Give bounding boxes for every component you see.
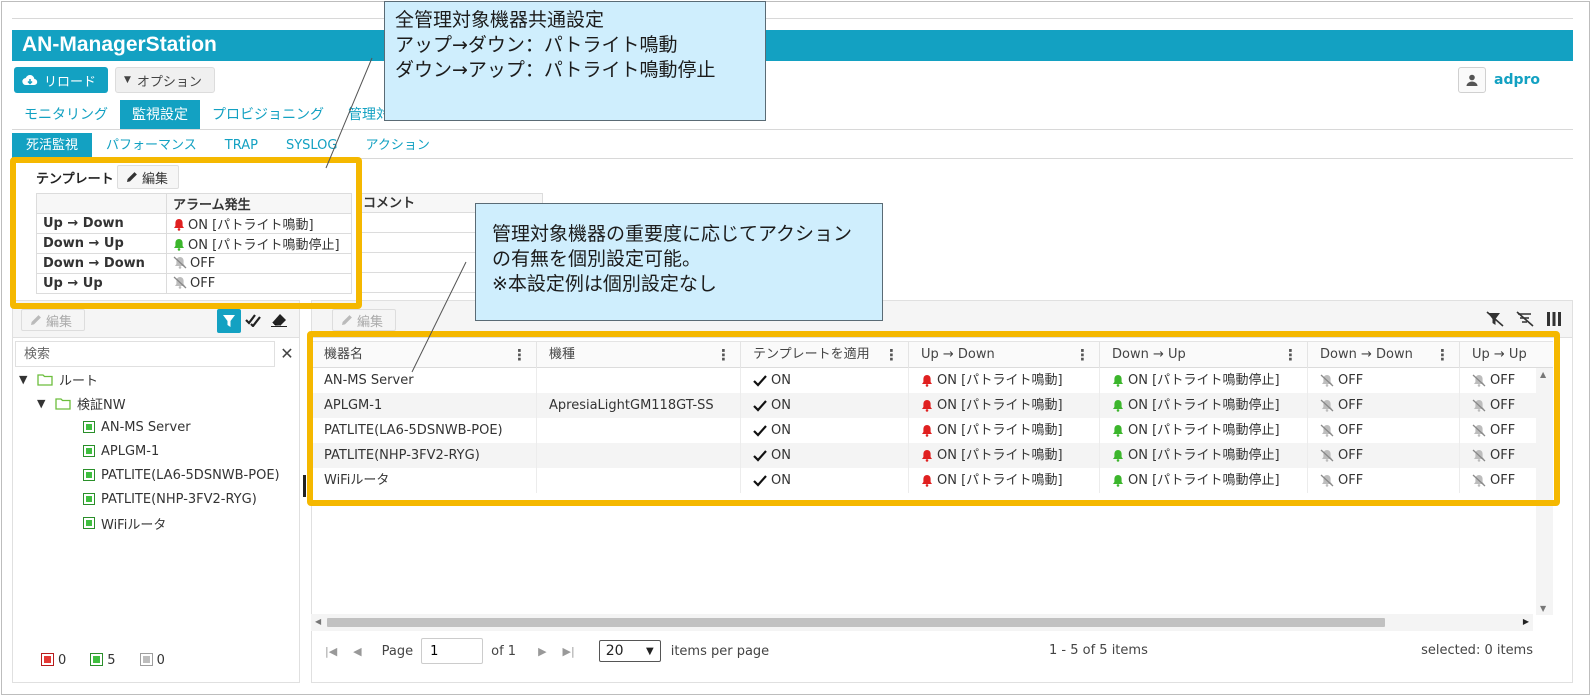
callout-line: 全管理対象機器共通設定	[395, 9, 605, 31]
callout-line: の有無を個別設定可能。	[492, 248, 702, 270]
callout-individual-settings: 管理対象機器の重要度に応じてアクション の有無を個別設定可能。 ※本設定例は個別…	[475, 203, 883, 321]
callout-line: ※本設定例は個別設定なし	[492, 273, 717, 295]
callout-line: アップ→ダウン：パトライト鳴動	[395, 34, 678, 56]
callout-common-settings: 全管理対象機器共通設定 アップ→ダウン：パトライト鳴動 ダウン→アップ：パトライ…	[384, 1, 766, 121]
callout-line: 管理対象機器の重要度に応じてアクション	[492, 223, 853, 245]
callout-line: ダウン→アップ：パトライト鳴動停止	[395, 59, 716, 81]
callout-leader-lines	[325, 57, 467, 373]
